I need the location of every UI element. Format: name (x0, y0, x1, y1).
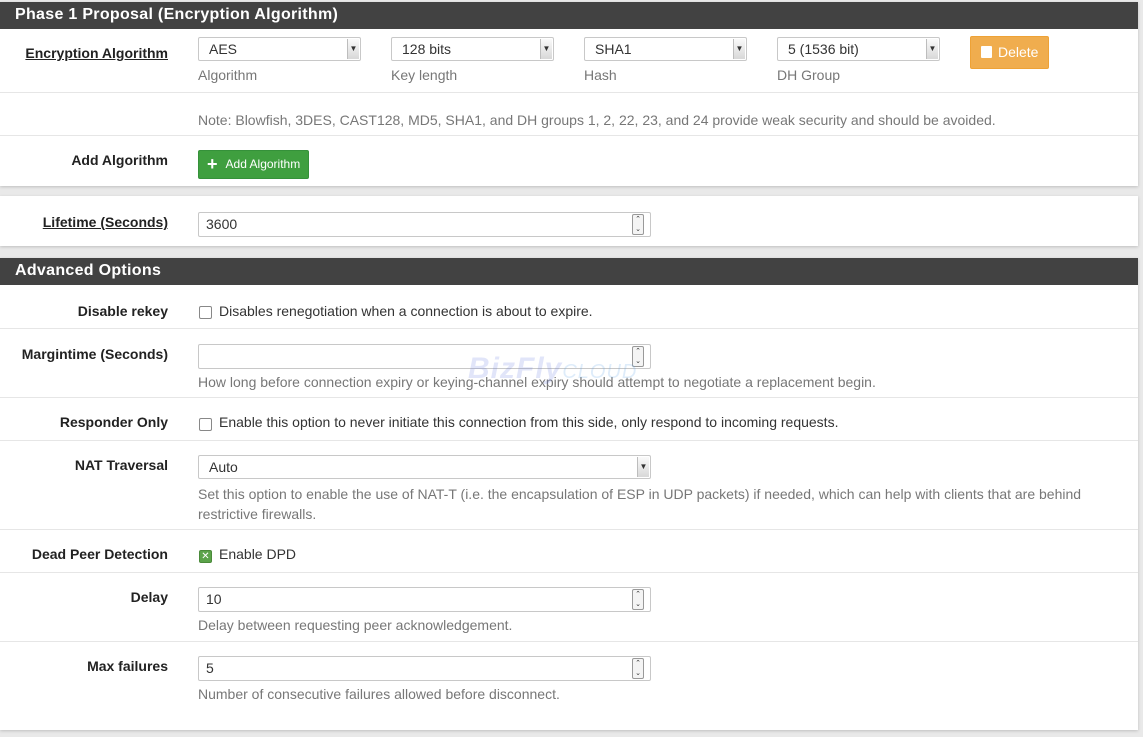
dpd-text: Enable DPD (219, 546, 297, 562)
lifetime-spinner[interactable]: ⌃ ⌄ (632, 214, 644, 235)
delay-spinner[interactable]: ⌃ ⌄ (632, 589, 644, 610)
margintime-help: How long before connection expiry or key… (198, 374, 876, 390)
lifetime-label[interactable]: Lifetime (Seconds) (0, 214, 168, 230)
max-failures-input[interactable]: 5 ⌃ ⌄ (198, 656, 651, 681)
algorithm-caption: Algorithm (198, 67, 258, 83)
add-algorithm-button-label: Add Algorithm (225, 157, 301, 171)
advanced-heading: Advanced Options (0, 258, 1138, 285)
spin-up-icon: ⌃ (635, 591, 641, 598)
disable-rekey-text: Disables renegotiation when a connection… (219, 303, 593, 319)
trash-icon (981, 46, 992, 58)
add-algorithm-row: Add Algorithm + Add Algorithm (0, 136, 1138, 186)
responder-only-checkbox[interactable] (199, 418, 212, 431)
spin-down-icon: ⌄ (635, 669, 641, 677)
spin-down-icon: ⌄ (635, 600, 641, 608)
margintime-input[interactable]: ⌃ ⌄ (198, 344, 651, 369)
note-row: Note: Blowfish, 3DES, CAST128, MD5, SHA1… (0, 93, 1138, 136)
delay-label: Delay (130, 589, 168, 605)
add-algorithm-button[interactable]: + Add Algorithm (198, 150, 310, 179)
encryption-algorithm-label[interactable]: Encryption Algorithm (0, 45, 168, 61)
dpd-label: Dead Peer Detection (31, 546, 168, 562)
max-failures-value: 5 (206, 660, 214, 676)
chevron-down-icon: ▼ (540, 39, 552, 59)
spin-down-icon: ⌄ (635, 357, 641, 365)
spin-up-icon: ⌃ (635, 660, 641, 667)
disable-rekey-row: Disable rekey Disables renegotiation whe… (0, 285, 1138, 329)
max-failures-row: Max failures 5 ⌃ ⌄ Number of consecutive … (0, 642, 1138, 711)
margintime-row: Margintime (Seconds) ⌃ ⌄ How long before … (0, 329, 1138, 398)
delete-button[interactable]: Delete (970, 36, 1050, 69)
margintime-spinner[interactable]: ⌃ ⌄ (632, 346, 644, 367)
dh-group-value: 5 (1536 bit) (788, 41, 859, 57)
disable-rekey-label: Disable rekey (77, 303, 168, 319)
encryption-row: Encryption Algorithm AES ▼ Algorithm 128… (0, 29, 1138, 93)
delete-button-label: Delete (998, 44, 1039, 60)
chevron-down-icon: ▼ (637, 457, 649, 477)
nat-traversal-value: Auto (209, 459, 238, 475)
phase1-heading: Phase 1 Proposal (Encryption Algorithm) (0, 2, 1138, 29)
nat-traversal-select[interactable]: Auto ▼ (198, 455, 651, 479)
add-algorithm-label: Add Algorithm (71, 152, 168, 168)
hash-select[interactable]: SHA1 ▼ (584, 37, 747, 61)
dh-group-caption: DH Group (777, 67, 841, 83)
delay-input[interactable]: 10 ⌃ ⌄ (198, 587, 651, 612)
margintime-label: Margintime (Seconds) (21, 346, 168, 362)
spin-up-icon: ⌃ (635, 348, 641, 355)
dpd-checkbox[interactable]: ✕ (199, 550, 212, 563)
disable-rekey-checkbox[interactable] (199, 306, 212, 319)
key-length-caption: Key length (391, 67, 458, 83)
key-length-select[interactable]: 128 bits ▼ (391, 37, 554, 61)
hash-caption: Hash (584, 67, 617, 83)
dpd-row: Dead Peer Detection ✕ Enable DPD (0, 530, 1138, 573)
plus-icon: + (207, 154, 218, 174)
lifetime-panel: Lifetime (Seconds) 3600 ⌃ ⌄ (0, 196, 1138, 246)
algorithm-select[interactable]: AES ▼ (198, 37, 361, 61)
spin-up-icon: ⌃ (635, 216, 641, 223)
nat-traversal-label: NAT Traversal (74, 457, 168, 473)
responder-only-label: Responder Only (59, 414, 168, 430)
delay-help: Delay between requesting peer acknowledg… (198, 617, 513, 633)
max-failures-label: Max failures (87, 658, 168, 674)
delay-row: Delay 10 ⌃ ⌄ Delay between requesting pee… (0, 573, 1138, 642)
chevron-down-icon: ▼ (347, 39, 359, 59)
hash-value: SHA1 (595, 41, 632, 57)
nat-traversal-row: NAT Traversal Auto ▼ Set this option to … (0, 441, 1138, 530)
max-failures-help: Number of consecutive failures allowed b… (198, 686, 560, 702)
spin-down-icon: ⌄ (635, 225, 641, 233)
responder-only-row: Responder Only Enable this option to nev… (0, 398, 1138, 441)
phase1-panel: Phase 1 Proposal (Encryption Algorithm) … (0, 2, 1138, 186)
weak-security-note: Note: Blowfish, 3DES, CAST128, MD5, SHA1… (198, 112, 996, 128)
advanced-panel: Advanced Options Disable rekey Disables … (0, 258, 1138, 730)
chevron-down-icon: ▼ (926, 39, 938, 59)
lifetime-value: 3600 (206, 216, 238, 232)
nat-traversal-help: Set this option to enable the use of NAT… (198, 486, 1082, 522)
delay-value: 10 (206, 591, 222, 607)
dh-group-select[interactable]: 5 (1536 bit) ▼ (777, 37, 940, 61)
chevron-down-icon: ▼ (733, 39, 745, 59)
algorithm-value: AES (209, 41, 238, 57)
key-length-value: 128 bits (402, 41, 452, 57)
responder-only-text: Enable this option to never initiate thi… (219, 414, 839, 430)
max-failures-spinner[interactable]: ⌃ ⌄ (632, 658, 644, 679)
lifetime-input[interactable]: 3600 ⌃ ⌄ (198, 212, 651, 237)
